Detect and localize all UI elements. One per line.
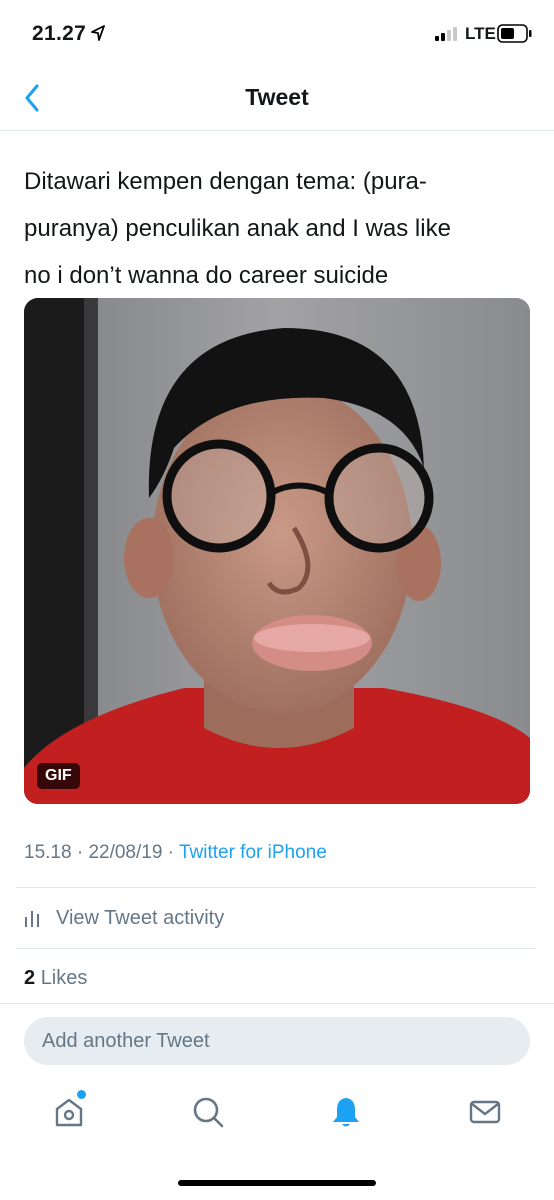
home-icon [55, 1098, 83, 1127]
tab-bar [0, 1080, 554, 1150]
likes-count: 2 [24, 967, 36, 989]
gif-badge: GIF [37, 763, 80, 789]
tab-messages[interactable] [465, 1092, 505, 1132]
analytics-bars-icon [25, 911, 39, 927]
new-content-dot [77, 1090, 86, 1099]
cellular-signal-icon [435, 27, 457, 41]
page-title: Tweet [245, 84, 309, 110]
battery-icon [497, 24, 532, 43]
tweet-time: 15.18 [24, 842, 72, 863]
status-bar: 21.27 LTE [0, 0, 554, 64]
activity-label: View Tweet activity [56, 906, 225, 929]
reply-placeholder: Add another Tweet [42, 1029, 210, 1052]
nav-bar: Tweet [0, 64, 554, 131]
mail-icon [469, 1100, 501, 1124]
meta-separator: · [71, 842, 89, 863]
likes-row[interactable]: 2 Likes [24, 967, 87, 990]
gif-image [24, 298, 530, 804]
status-time: 21.27 [32, 22, 87, 45]
meta-separator: · [162, 842, 179, 863]
tweet-media-gif[interactable]: GIF [24, 298, 530, 804]
reply-input[interactable]: Add another Tweet [24, 1017, 530, 1065]
tab-notifications[interactable] [326, 1092, 366, 1132]
tweet-text: Ditawari kempen dengan tema: (pura- pura… [24, 168, 451, 289]
tweet-source-link[interactable]: Twitter for iPhone [179, 842, 327, 863]
tweet-meta: 15.18 · 22/08/19 · Twitter for iPhone [24, 842, 327, 864]
tab-search[interactable] [188, 1092, 228, 1132]
view-tweet-activity-button[interactable]: View Tweet activity [24, 888, 530, 948]
search-icon [193, 1097, 224, 1128]
likes-label: Likes [40, 967, 88, 989]
divider [0, 1003, 554, 1004]
location-arrow-icon [91, 25, 105, 41]
notifications-bell-icon [333, 1098, 359, 1127]
home-indicator [178, 1180, 376, 1186]
network-label: LTE [465, 24, 496, 43]
divider [16, 948, 536, 949]
tweet-date: 22/08/19 [88, 842, 163, 863]
